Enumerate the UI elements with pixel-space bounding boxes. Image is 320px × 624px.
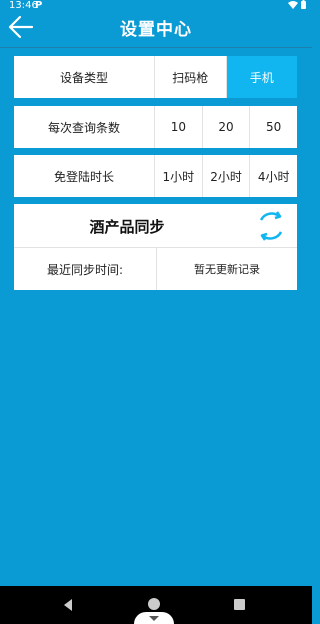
status-bar: 13:46 P	[0, 0, 312, 12]
page-title: 设置中心	[120, 20, 192, 40]
login-free-label: 免登陆时长	[14, 155, 155, 197]
query-count-option-20[interactable]: 20	[203, 106, 251, 148]
device-option-phone[interactable]: 手机	[226, 56, 297, 98]
product-sync-card: 酒产品同步 最近同步时间: 暂无更新记录	[14, 204, 297, 290]
header-divider	[0, 47, 312, 48]
app-header: 设置中心	[0, 12, 312, 46]
nav-home-icon[interactable]	[148, 598, 160, 610]
status-icons	[288, 0, 306, 9]
last-sync-value: 暂无更新记录	[194, 263, 260, 276]
device-type-card: 设备类型 扫码枪 手机	[14, 56, 297, 98]
login-free-option-2h[interactable]: 2小时	[203, 155, 251, 197]
notification-p-icon: P	[35, 0, 43, 11]
wifi-icon	[288, 0, 298, 9]
query-count-card: 每次查询条数 10 20 50	[14, 106, 297, 148]
device-type-label: 设备类型	[14, 56, 155, 98]
query-count-option-50[interactable]: 50	[250, 106, 297, 148]
login-free-card: 免登陆时长 1小时 2小时 4小时	[14, 155, 297, 197]
sync-button[interactable]	[253, 208, 289, 244]
chevron-down-icon	[149, 616, 159, 621]
nav-back-icon[interactable]	[62, 599, 74, 611]
device-option-scanner[interactable]: 扫码枪	[155, 56, 227, 98]
battery-icon	[301, 0, 306, 9]
refresh-icon	[259, 211, 283, 241]
query-count-option-10[interactable]: 10	[155, 106, 203, 148]
login-free-option-4h[interactable]: 4小时	[250, 155, 297, 197]
query-count-label: 每次查询条数	[14, 106, 155, 148]
last-sync-label: 最近同步时间:	[14, 248, 157, 290]
system-nav-bar	[0, 586, 312, 624]
nav-pull-handle[interactable]	[134, 612, 174, 624]
status-time: 13:46	[9, 0, 38, 11]
nav-recent-apps-icon[interactable]	[234, 599, 245, 610]
login-free-option-1h[interactable]: 1小时	[155, 155, 203, 197]
sync-title: 酒产品同步	[89, 218, 165, 236]
